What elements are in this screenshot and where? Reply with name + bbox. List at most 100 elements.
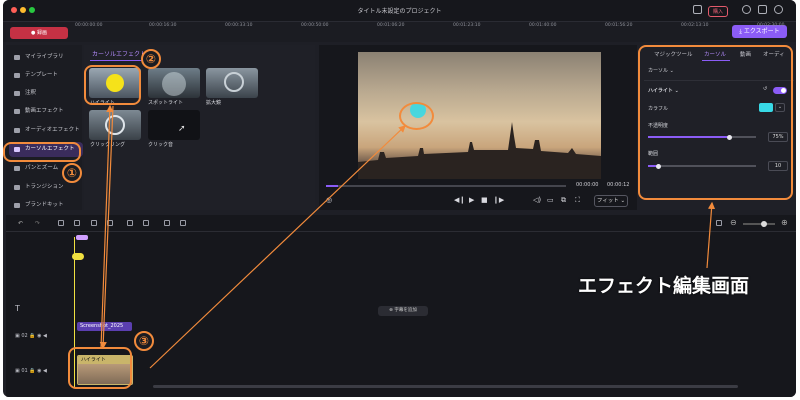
fit-timeline-icon[interactable] bbox=[716, 220, 722, 226]
ruler-tick: 00:00:00:00 bbox=[75, 23, 103, 28]
marker-icon[interactable] bbox=[91, 220, 97, 226]
timeline-ruler[interactable]: 00:00:00:00 00:00:16:30 00:00:33:10 00:0… bbox=[73, 23, 796, 33]
track-01-header: ▣ 01 🔒 ◉ ◀ bbox=[15, 368, 47, 374]
zoom-slider-knob[interactable] bbox=[761, 221, 767, 227]
range-slider[interactable] bbox=[648, 163, 756, 169]
playback-progress[interactable] bbox=[326, 185, 566, 187]
sidebar-item-label: カーソルエフェクト bbox=[25, 146, 75, 152]
microphone-icon[interactable] bbox=[107, 220, 113, 226]
buy-button[interactable]: 購入 bbox=[708, 6, 729, 17]
play-icon[interactable]: ▶ bbox=[469, 196, 474, 204]
sidebar-item-label: 注釈 bbox=[25, 90, 37, 96]
ruler-tick: 00:01:56:20 bbox=[605, 23, 633, 28]
record-tool-icon[interactable] bbox=[180, 220, 186, 226]
ruler-tick: 00:02:13:10 bbox=[681, 23, 709, 28]
playhead-flag[interactable] bbox=[76, 235, 88, 240]
tab-audio[interactable]: オーディ bbox=[763, 50, 785, 58]
split-icon[interactable] bbox=[58, 220, 64, 226]
sidebar-item-audio-effects[interactable]: オーディオエフェクト bbox=[9, 123, 83, 138]
opacity-slider[interactable] bbox=[648, 134, 756, 140]
timeline-toolbar: ↶ ↷ ⊖ ⊕ bbox=[6, 215, 796, 232]
range-value[interactable]: 10 bbox=[768, 161, 788, 171]
step-number-1: ① bbox=[62, 163, 82, 183]
video-clip-track-2[interactable]: Screenshot_2025 bbox=[77, 322, 132, 331]
playback-progress-fill bbox=[326, 185, 338, 187]
tab-magic-tools[interactable]: マジックツール bbox=[654, 50, 693, 58]
zoom-slider[interactable] bbox=[743, 221, 775, 227]
layout-icon[interactable] bbox=[693, 5, 702, 14]
toggle-knob bbox=[781, 88, 786, 93]
opacity-label: 不透明度 bbox=[648, 123, 669, 129]
city-skyline bbox=[358, 102, 601, 179]
ruler-tick: 00:02:30:00 bbox=[757, 23, 785, 28]
sidebar-item-annotations[interactable]: 注釈 bbox=[9, 86, 83, 101]
click-ring-circle bbox=[105, 115, 125, 135]
timeline-scrollbar[interactable] bbox=[153, 385, 738, 388]
snapshot-tool-icon[interactable] bbox=[164, 220, 170, 226]
zoom-in-icon[interactable]: ⊕ bbox=[781, 218, 788, 227]
add-subtitle-button[interactable]: ⊕ 字幕を追加 bbox=[378, 306, 428, 316]
trim-icon[interactable] bbox=[74, 220, 80, 226]
sidebar-item-my-library[interactable]: マイライブラリ bbox=[9, 50, 83, 65]
opacity-slider-knob[interactable] bbox=[726, 134, 732, 140]
reset-icon[interactable]: ↺ bbox=[763, 86, 767, 92]
redo-icon[interactable]: ↷ bbox=[35, 220, 41, 227]
effect-thumb-spotlight[interactable] bbox=[148, 68, 200, 98]
effect-toggle[interactable] bbox=[773, 87, 787, 94]
video-preview[interactable] bbox=[358, 52, 601, 179]
divider bbox=[644, 80, 794, 81]
fullscreen-icon[interactable]: ⛶ bbox=[575, 196, 580, 205]
color-dropdown[interactable]: ⌄ bbox=[775, 103, 785, 112]
effect-thumb-click-sound[interactable]: ➚ bbox=[148, 110, 200, 140]
sidebar-item-brand-kit[interactable]: ブランドキット bbox=[9, 198, 83, 213]
effect-label: スポットライト bbox=[148, 100, 184, 106]
caption-icon[interactable]: ▭ bbox=[547, 196, 554, 204]
range-slider-knob[interactable] bbox=[656, 163, 662, 169]
ruler-tick: 00:01:23:10 bbox=[453, 23, 481, 28]
effect-thumb-highlight[interactable] bbox=[89, 68, 141, 98]
effect-label: クリックリング bbox=[90, 142, 126, 148]
text-icon[interactable] bbox=[143, 220, 149, 226]
sidebar-item-video-effects[interactable]: 動画エフェクト bbox=[9, 104, 83, 119]
crop-icon[interactable]: ⧉ bbox=[561, 196, 566, 205]
time-total: 00:00:12 bbox=[607, 182, 630, 188]
highlight-dot bbox=[106, 74, 124, 92]
sidebar-item-cursor-effects[interactable]: カーソルエフェクト bbox=[9, 142, 83, 157]
help-icon[interactable] bbox=[758, 5, 767, 14]
settings-icon[interactable] bbox=[774, 5, 783, 14]
effect-thumb-magnifier[interactable] bbox=[206, 68, 258, 98]
color-label: カラフル bbox=[648, 106, 669, 112]
ruler-tick: 00:00:16:30 bbox=[149, 23, 177, 28]
spotlight-circle bbox=[162, 72, 186, 96]
stop-icon[interactable]: ■ bbox=[481, 196, 488, 204]
undo-icon[interactable]: ↶ bbox=[18, 220, 24, 227]
transition-icon bbox=[14, 185, 20, 190]
effect-thumb-click-ring[interactable] bbox=[89, 110, 141, 140]
snapshot-icon[interactable]: ◎ bbox=[326, 196, 332, 204]
tab-video[interactable]: 動画 bbox=[740, 50, 751, 58]
active-tab-underline bbox=[702, 60, 730, 61]
prev-frame-icon[interactable]: ◀❙ bbox=[454, 196, 465, 204]
subtitle-icon[interactable] bbox=[127, 220, 133, 226]
next-frame-icon[interactable]: ❙▶ bbox=[493, 196, 504, 204]
range-label: 範囲 bbox=[648, 151, 659, 157]
effect-dropdown[interactable]: ハイライト ⌄ bbox=[648, 87, 679, 94]
playhead-line bbox=[74, 237, 75, 387]
highlight-effect-clip[interactable]: ハイライト bbox=[77, 355, 133, 385]
zoom-out-icon[interactable]: ⊖ bbox=[730, 218, 737, 227]
tab-cursor[interactable]: カーソル bbox=[704, 50, 726, 58]
step-number-3: ③ bbox=[134, 331, 154, 351]
volume-icon[interactable]: ◁) bbox=[533, 196, 541, 204]
opacity-value[interactable]: 75% bbox=[768, 132, 788, 142]
section-dropdown[interactable]: カーソル ⌄ bbox=[648, 67, 674, 74]
fit-dropdown[interactable]: フィット ⌄ bbox=[594, 195, 628, 207]
panel-title: カーソルエフェクト bbox=[92, 51, 147, 58]
track-number: 01 bbox=[21, 368, 28, 374]
sidebar-item-label: ブランドキット bbox=[25, 202, 64, 208]
account-icon[interactable] bbox=[742, 5, 751, 14]
record-button[interactable]: ● 録画 bbox=[10, 27, 68, 39]
cursor-sparkle-icon bbox=[14, 147, 20, 152]
sidebar-item-templates[interactable]: テンプレート bbox=[9, 68, 83, 83]
ruler-tick: 00:01:40:00 bbox=[529, 23, 557, 28]
color-swatch[interactable] bbox=[759, 103, 773, 112]
